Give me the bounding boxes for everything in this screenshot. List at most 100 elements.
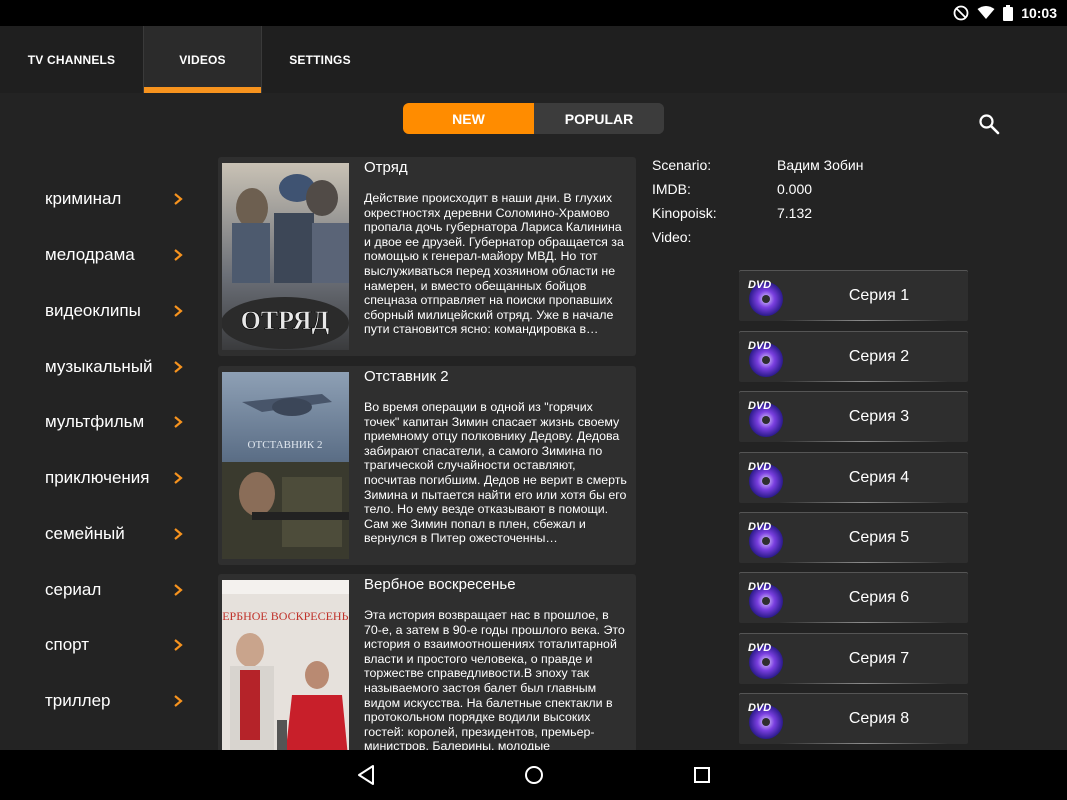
genre-item-cartoon[interactable]: мультфильм [0, 394, 200, 450]
battery-icon [1003, 5, 1014, 21]
genre-item-melodrama[interactable]: мелодрама [0, 227, 200, 283]
recents-icon[interactable] [690, 763, 714, 787]
video-card[interactable]: ОТРЯД Отряд Действие происходит в наши д… [218, 157, 636, 356]
scenario-value: Вадим Зобин [777, 157, 864, 173]
home-icon[interactable] [522, 763, 546, 787]
episode-button[interactable]: DVD Серия 6 [739, 572, 968, 623]
episode-label: Серия 7 [848, 650, 910, 667]
status-time: 10:03 [1021, 5, 1057, 21]
genre-label: видеоклипы [45, 301, 141, 320]
svg-text:DVD: DVD [748, 340, 771, 352]
dvd-icon: DVD [748, 461, 783, 498]
genre-item-videoclips[interactable]: видеоклипы [0, 283, 200, 339]
genre-item-adventure[interactable]: приключения [0, 450, 200, 506]
episode-button[interactable]: DVD Серия 5 [739, 512, 968, 563]
divider [779, 381, 948, 382]
chevron-right-icon [174, 639, 183, 651]
tab-tv-channels[interactable]: TV CHANNELS [0, 26, 143, 93]
scenario-label: Scenario: [652, 157, 712, 173]
imdb-label: IMDB: [652, 181, 691, 197]
genre-item-musical[interactable]: музыкальный [0, 339, 200, 395]
episode-label: Серия 1 [848, 287, 910, 304]
app-content: TV CHANNELS VIDEOS SETTINGS NEW POPULAR … [0, 26, 1067, 750]
dvd-icon: DVD [748, 400, 783, 437]
video-description: Во время операции в одной из "горячих то… [364, 400, 627, 546]
episode-button[interactable]: DVD Серия 3 [739, 391, 968, 442]
video-title: Отряд [364, 159, 408, 176]
chevron-right-icon [174, 305, 183, 317]
poster-title: ОТРЯД [241, 306, 330, 335]
divider [779, 562, 948, 563]
episode-label: Серия 2 [848, 348, 910, 365]
back-icon[interactable] [354, 763, 378, 787]
new-toggle-button[interactable]: NEW [403, 103, 534, 134]
dvd-icon: DVD [748, 521, 783, 558]
episode-button[interactable]: DVD Серия 2 [739, 331, 968, 382]
episode-button[interactable]: DVD Серия 1 [739, 270, 968, 321]
genre-label: приключения [45, 468, 150, 487]
poster-title: ВЕРБНОЕ ВОСКРЕСЕНЬЕ [222, 609, 349, 623]
video-poster: ОТСТАВНИК 2 [222, 372, 349, 559]
genre-label: триллер [45, 691, 111, 710]
divider [779, 622, 948, 623]
genre-item-thriller[interactable]: триллер [0, 673, 200, 729]
episode-label: Серия 5 [848, 529, 910, 546]
tab-bar: TV CHANNELS VIDEOS SETTINGS [0, 26, 1067, 93]
chevron-right-icon [174, 472, 183, 484]
episode-label: Серия 4 [848, 469, 910, 486]
popular-toggle-button[interactable]: POPULAR [534, 103, 664, 134]
video-card[interactable]: ВЕРБНОЕ ВОСКРЕСЕНЬЕ Вербное воскресенье … [218, 574, 636, 750]
dvd-icon: DVD [748, 581, 783, 618]
dvd-icon: DVD [748, 279, 783, 316]
genre-item-sport[interactable]: спорт [0, 617, 200, 673]
status-icons: 10:03 [953, 4, 1057, 22]
dvd-icon: DVD [748, 340, 783, 377]
status-bar: 10:03 [0, 0, 1067, 26]
genre-label: мелодрама [45, 245, 135, 264]
genre-label: музыкальный [45, 357, 153, 376]
kinopoisk-value: 7.132 [777, 205, 813, 221]
video-card[interactable]: ОТСТАВНИК 2 Отставник 2 Во время операци… [218, 366, 636, 565]
search-icon[interactable] [977, 112, 1001, 136]
svg-text:DVD: DVD [748, 279, 771, 291]
episode-label: Серия 3 [848, 408, 910, 425]
episode-button[interactable]: DVD Серия 7 [739, 633, 968, 684]
video-description: Эта история возвращает нас в прошлое, в … [364, 608, 625, 750]
tab-label: VIDEOS [179, 52, 226, 67]
tab-videos[interactable]: VIDEOS [143, 26, 262, 93]
poster-title: ОТСТАВНИК 2 [248, 439, 323, 451]
tab-settings[interactable]: SETTINGS [262, 26, 378, 93]
wifi-icon [977, 6, 995, 19]
dvd-icon: DVD [748, 642, 783, 679]
svg-text:DVD: DVD [748, 581, 771, 593]
episode-label: Серия 8 [848, 710, 910, 727]
genre-item-crime[interactable]: криминал [0, 171, 200, 227]
genre-item-series[interactable]: сериал [0, 562, 200, 618]
video-poster: ОТРЯД [222, 163, 349, 350]
episode-button[interactable]: DVD Серия 4 [739, 452, 968, 503]
kinopoisk-label: Kinopoisk: [652, 205, 717, 221]
svg-text:DVD: DVD [748, 702, 771, 714]
sort-toggle: NEW POPULAR [403, 103, 664, 134]
video-title: Вербное воскресенье [364, 576, 516, 593]
chevron-right-icon [174, 361, 183, 373]
genre-label: сериал [45, 580, 102, 599]
divider [779, 441, 948, 442]
tab-label: TV CHANNELS [27, 52, 116, 67]
episode-label: Серия 6 [848, 589, 910, 606]
episode-button[interactable]: DVD Серия 8 [739, 693, 968, 744]
active-tab-indicator [144, 87, 261, 93]
divider [779, 502, 948, 503]
genre-label: спорт [45, 635, 90, 654]
svg-text:DVD: DVD [748, 400, 771, 412]
chevron-right-icon [174, 528, 183, 540]
system-nav-bar [0, 750, 1067, 800]
svg-text:DVD: DVD [748, 461, 771, 473]
video-label: Video: [652, 229, 692, 245]
tab-label: SETTINGS [289, 52, 351, 67]
svg-text:DVD: DVD [748, 521, 771, 533]
video-description: Действие происходит в наши дни. В глухих… [364, 191, 624, 337]
video-title: Отставник 2 [364, 368, 449, 385]
genre-item-family[interactable]: семейный [0, 506, 200, 562]
chevron-right-icon [174, 416, 183, 428]
